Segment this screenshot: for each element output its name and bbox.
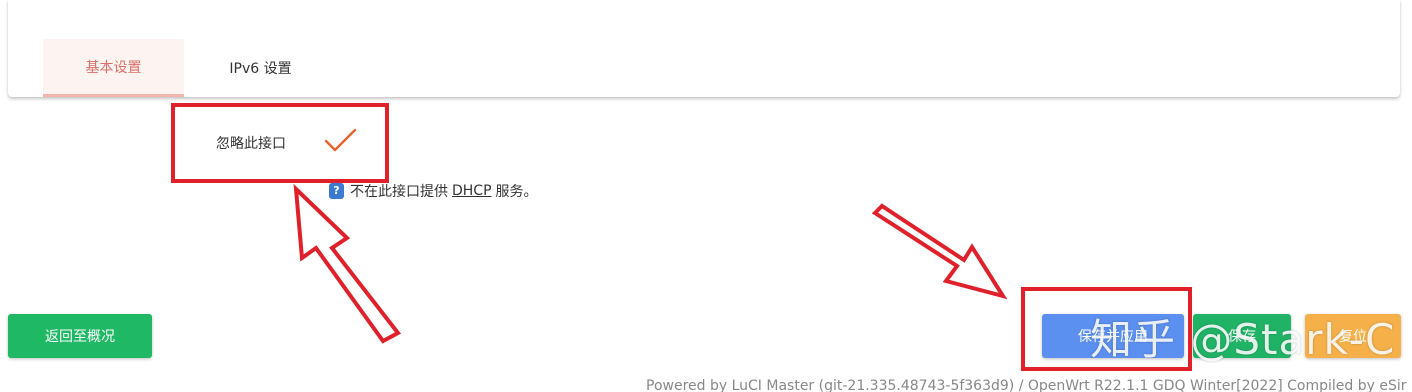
watermark: 知乎 @Stark-C [1090, 315, 1396, 364]
annotation-arrow-up [293, 183, 402, 344]
help-text: ? 不在此接口提供 DHCP 服务。 [329, 181, 538, 201]
tab-basic-settings[interactable]: 基本设置 [43, 39, 184, 97]
help-prefix: 不在此接口提供 [350, 184, 448, 200]
help-icon: ? [329, 183, 344, 199]
tabs-card: 基本设置 IPv6 设置 [8, 0, 1400, 97]
annotation-arrow-right [871, 203, 1008, 300]
ignore-interface-label: 忽略此接口 [216, 136, 286, 152]
dhcp-link[interactable]: DHCP [452, 183, 492, 199]
footer-text: Powered by LuCI Master (git-21.335.48743… [646, 378, 1407, 392]
help-suffix: 服务。 [495, 184, 538, 200]
back-to-overview-button[interactable]: 返回至概况 [8, 314, 152, 358]
checkmark-icon[interactable] [324, 127, 358, 157]
tab-ipv6-settings[interactable]: IPv6 设置 [198, 39, 323, 97]
